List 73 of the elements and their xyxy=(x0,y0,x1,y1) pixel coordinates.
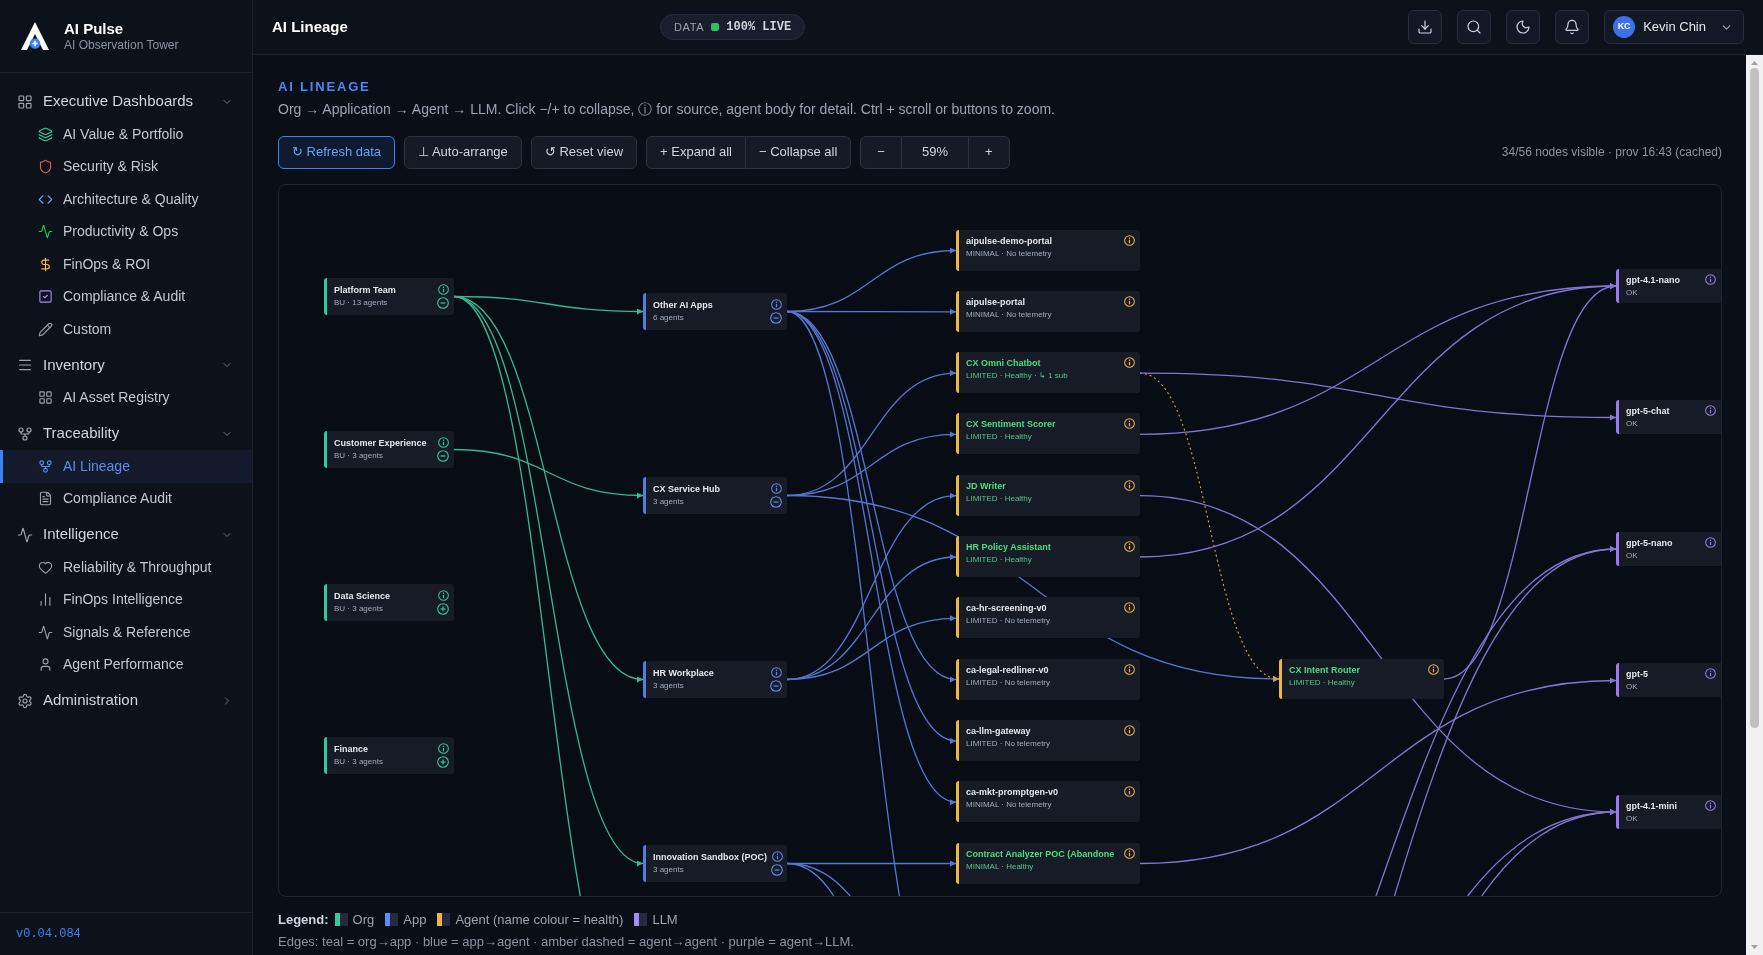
bar-chart-icon xyxy=(38,592,53,608)
checkbox-icon xyxy=(38,289,53,305)
nav-section[interactable]: Executive Dashboards xyxy=(0,85,252,118)
nav-item[interactable]: FinOps Intelligence xyxy=(0,583,252,616)
nav-item[interactable]: Reliability & Throughput xyxy=(0,551,252,584)
nav-section[interactable]: Intelligence xyxy=(0,518,252,551)
data-label: DATA xyxy=(674,19,705,35)
nav-item[interactable]: Custom xyxy=(0,313,252,346)
heart-icon xyxy=(38,559,53,575)
pulse-icon xyxy=(38,224,53,240)
nav-item[interactable]: Agent Performance xyxy=(0,648,252,681)
nav-item[interactable]: Compliance & Audit xyxy=(0,280,252,313)
nav-item[interactable]: Architecture & Quality xyxy=(0,183,252,216)
search-button[interactable] xyxy=(1457,10,1492,44)
settings-icon xyxy=(17,692,33,709)
download-button[interactable] xyxy=(1408,10,1443,44)
scrollbar[interactable] xyxy=(1746,55,1763,955)
grid-icon xyxy=(38,390,53,406)
pulse-icon xyxy=(17,526,33,543)
user-icon xyxy=(38,657,53,673)
document-icon xyxy=(38,491,53,507)
dollar-icon xyxy=(38,256,53,272)
zoom-in-button[interactable]: + xyxy=(969,135,1010,169)
nav-section[interactable]: Traceability xyxy=(0,417,252,450)
nav-item[interactable]: Compliance Audit xyxy=(0,482,252,515)
download-icon xyxy=(1417,19,1434,35)
page-description: Org → Application → Agent → LLM. Click −/+ to collapse, ⓘ for source, agent body for detail. Ctrl + scroll or buttons to zoom. xyxy=(278,99,1056,119)
zoom-level-text: 59% xyxy=(901,135,969,169)
grid-icon xyxy=(17,93,33,110)
search-icon xyxy=(1466,19,1483,35)
legend-title: Legend: xyxy=(278,910,329,929)
menu-icon xyxy=(17,357,33,373)
page-title: AI Lineage xyxy=(272,18,348,35)
edges-legend-text: Edges: teal = org→app · blue = app→agent · amber dashed = agent→agent · purple = agent→LLM. xyxy=(278,933,855,951)
nav-section[interactable]: Administration xyxy=(0,684,252,717)
toolbar-button[interactable]: ↻ Refresh data xyxy=(278,135,396,169)
nav-item[interactable]: Signals & Reference xyxy=(0,616,252,649)
user-menu-button[interactable]: KC Kevin Chin xyxy=(1604,10,1744,44)
moon-icon xyxy=(1515,19,1532,35)
pulse-icon xyxy=(38,624,53,640)
nav-item[interactable]: Security & Risk xyxy=(0,150,252,183)
fork-icon xyxy=(38,458,53,474)
toolbar-button[interactable]: ↺ Reset view xyxy=(530,135,638,169)
logo-icon xyxy=(20,22,50,50)
nav-item[interactable]: AI Value & Portfolio xyxy=(0,118,252,151)
fork-icon xyxy=(17,425,33,442)
nav-item[interactable]: AI Asset Registry xyxy=(0,381,252,414)
legend-label: LLM xyxy=(652,910,678,929)
legend-label: App xyxy=(403,910,427,929)
toolbar-button[interactable]: ⊥ Auto-arrange xyxy=(404,135,522,169)
nav-item[interactable]: FinOps & ROI xyxy=(0,248,252,281)
toolbar-button[interactable]: + Expand all xyxy=(646,135,746,169)
toolbar-button[interactable]: − Collapse all xyxy=(745,135,852,169)
pencil-icon xyxy=(38,321,53,337)
bell-icon xyxy=(1564,19,1581,35)
zoom-out-button[interactable]: − xyxy=(860,135,902,169)
shield-icon xyxy=(38,159,53,175)
section-heading: AI LINEAGE xyxy=(278,78,372,96)
nav-section[interactable]: Inventory xyxy=(0,348,252,382)
scrollbar-thumb[interactable] xyxy=(1750,68,1759,728)
version-text: v0.04.084 xyxy=(16,926,81,943)
user-avatar: KC xyxy=(1613,16,1636,38)
nav-item[interactable]: Productivity & Ops xyxy=(0,215,252,248)
brand-tagline: AI Observation Tower xyxy=(64,38,179,53)
brand-name: AI Pulse xyxy=(64,19,125,38)
live-status: 100% LIVE xyxy=(726,19,792,36)
legend-label: Org xyxy=(352,910,375,929)
visibility-status-text: 34/56 nodes visible · prov 16:43 (cached) xyxy=(1501,144,1722,161)
nav-item[interactable]: AI Lineage xyxy=(0,450,252,483)
legend-label: Agent (name colour = health) xyxy=(455,910,624,929)
layers-icon xyxy=(38,126,53,142)
notifications-button[interactable] xyxy=(1555,10,1590,44)
theme-toggle-button[interactable] xyxy=(1506,10,1541,44)
